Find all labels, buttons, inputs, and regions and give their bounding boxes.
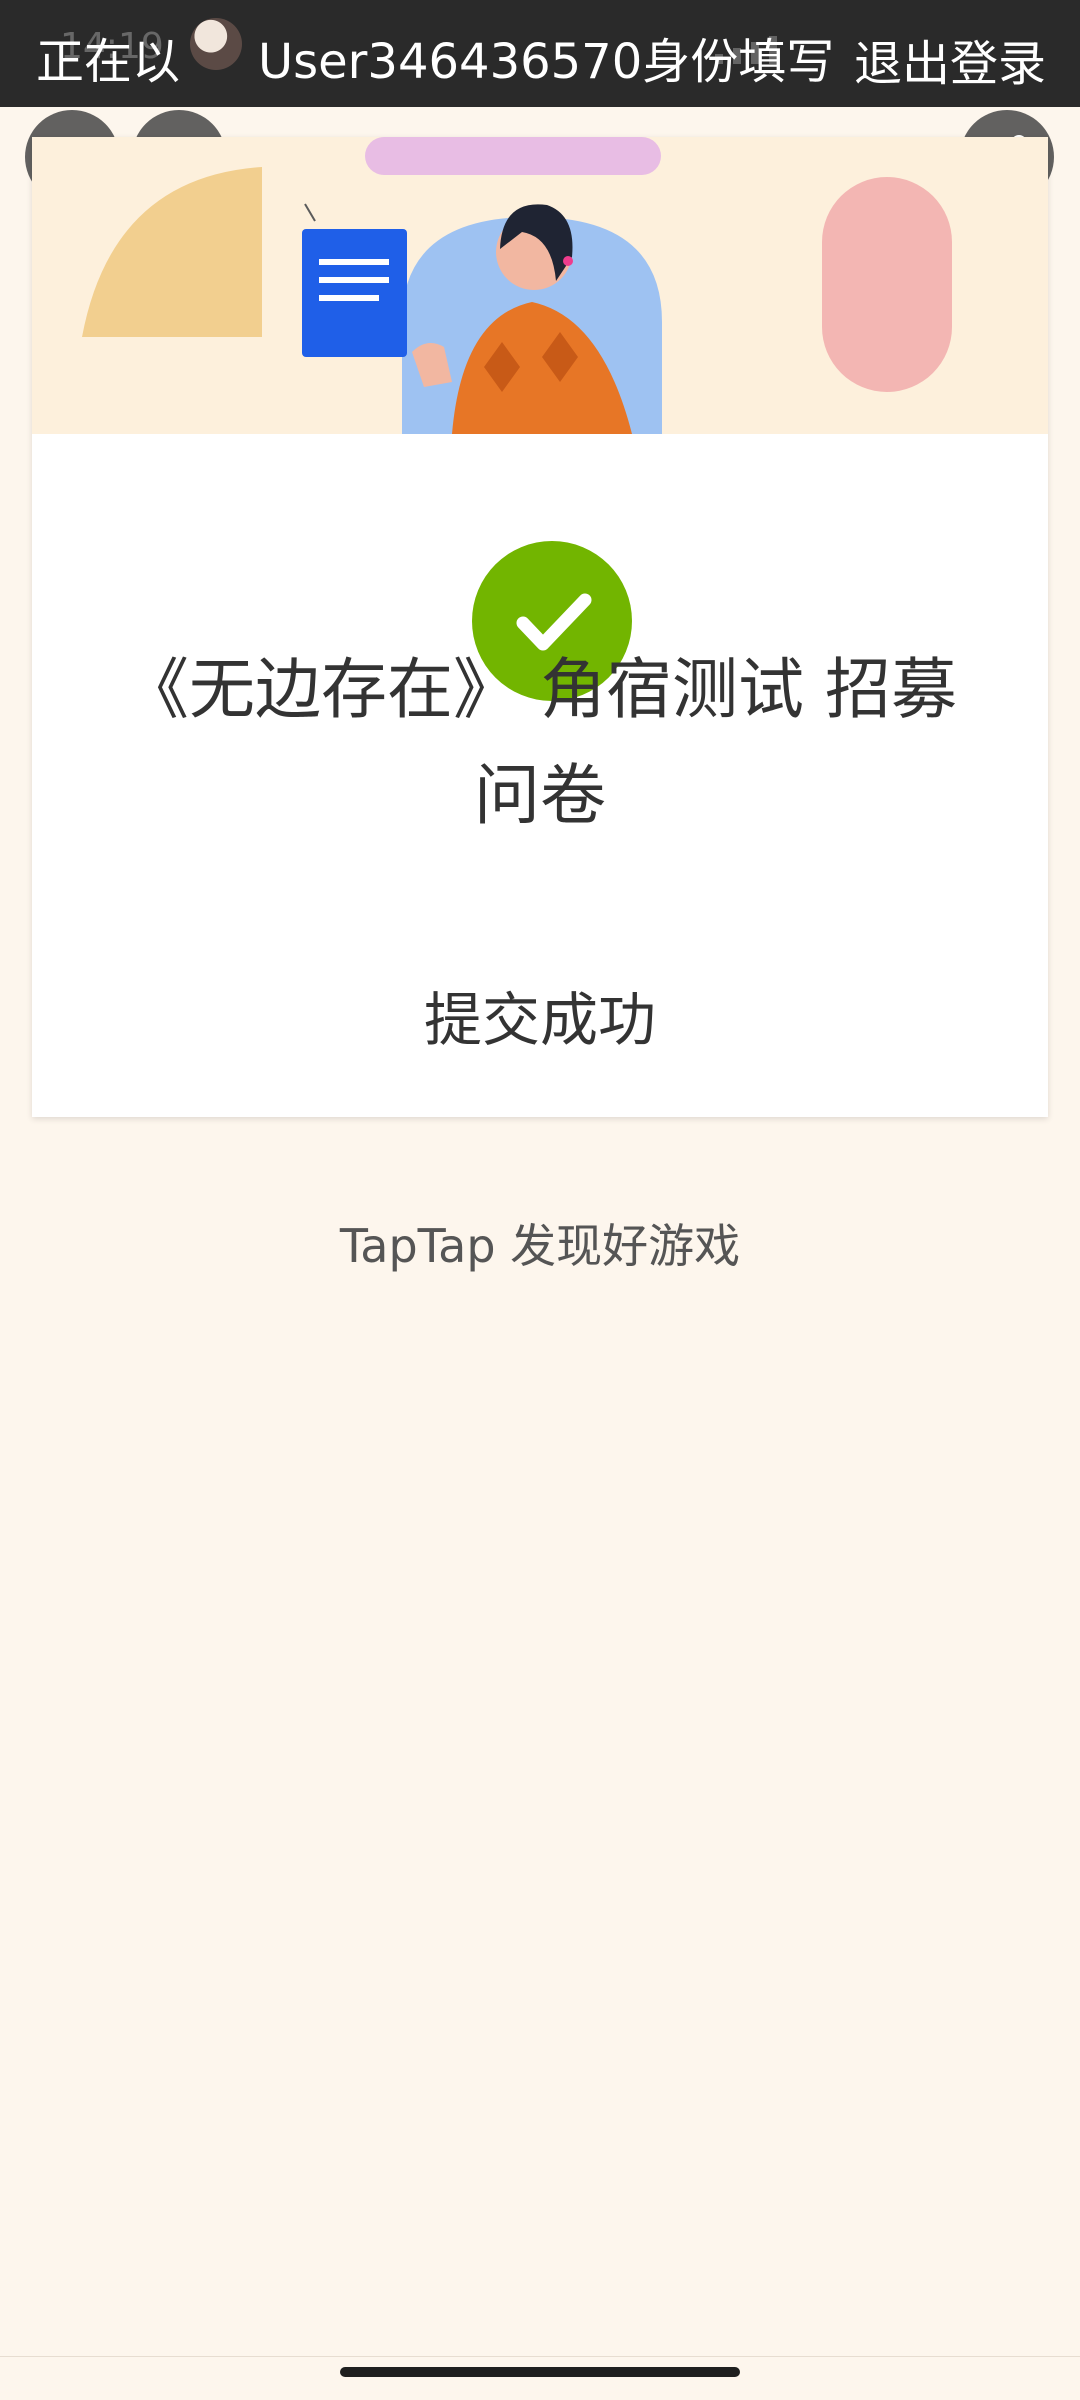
submission-status: 提交成功 <box>423 986 656 1054</box>
avatar <box>190 18 242 70</box>
survey-banner-illustration <box>32 137 1048 434</box>
home-indicator[interactable] <box>340 2367 740 2377</box>
identity-prefix: 正在以 <box>36 34 181 90</box>
survey-title: 《无边存在》 角宿测试 招募问卷 <box>123 651 957 834</box>
taptap-footer-brand: TapTap 发现好游戏 <box>339 1219 741 1273</box>
submission-result-card: 《无边存在》 角宿测试 招募问卷 提交成功 <box>32 137 1048 1117</box>
bottom-divider <box>0 2356 1080 2357</box>
login-status-bar: 14:19 正在以 User346436570身份填写 退出登录 <box>0 0 1080 107</box>
logout-button[interactable]: 退出登录 <box>854 24 1046 94</box>
user-identity: User346436570身份填写 <box>258 34 835 90</box>
